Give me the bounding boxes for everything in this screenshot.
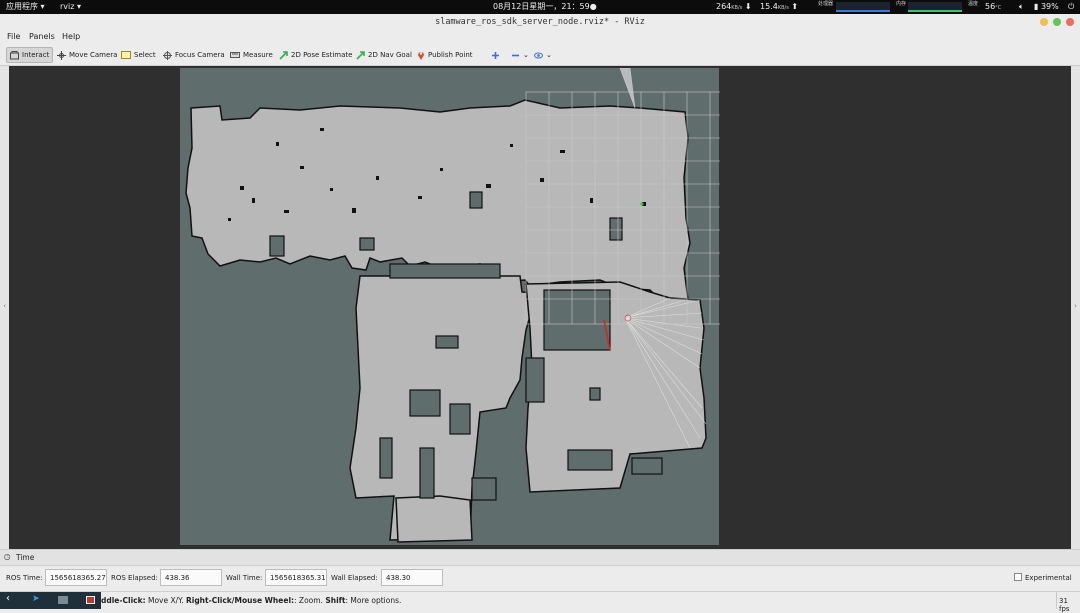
time-panel-title: Time: [16, 553, 35, 562]
applications-menu[interactable]: 应用程序 ▾: [6, 0, 45, 14]
wall-time-field[interactable]: 1565618365.31: [265, 569, 327, 586]
select-icon: [121, 51, 131, 59]
clock-icon: 🕓︎: [4, 553, 11, 562]
cpu-graph: [836, 2, 890, 12]
ros-time-label: ROS Time:: [6, 574, 43, 582]
experimental-label: Experimental: [1025, 574, 1072, 582]
interact-tool-button[interactable]: Interact: [6, 47, 54, 63]
memory-graph: [908, 2, 962, 12]
active-app-menu[interactable]: rviz ▾: [60, 0, 81, 14]
menu-bar: File Panels Help: [0, 30, 1080, 44]
maximize-button[interactable]: [1053, 18, 1061, 26]
plus-icon: [492, 51, 499, 59]
wall-time-label: Wall Time:: [226, 574, 263, 582]
remove-tool-dropdown[interactable]: ⌄: [508, 47, 532, 63]
window-title: slamware_ros_sdk_server_node.rviz* - RVi…: [435, 17, 645, 27]
temperature: 56°C: [985, 2, 1002, 11]
chevron-right-icon: ›: [1074, 302, 1077, 310]
wall-elapsed-label: Wall Elapsed:: [331, 574, 378, 582]
publish-point-tool-button[interactable]: Publish Point: [414, 47, 476, 63]
focus-camera-icon: [163, 50, 172, 60]
ruler-icon: [230, 52, 240, 58]
time-panel-header: 🕓︎ Time: [0, 550, 1080, 566]
green-arrow-icon: [279, 50, 288, 60]
ros-time-field[interactable]: 1565618365.27: [45, 569, 107, 586]
measure-tool-button[interactable]: Measure: [227, 47, 276, 63]
cpu-caption: 处理器: [818, 1, 834, 7]
memory-caption: 内存: [896, 1, 907, 7]
close-button[interactable]: [1066, 18, 1074, 26]
menu-panels[interactable]: Panels: [29, 32, 55, 41]
map-pin-icon: [418, 52, 424, 60]
select-tool-button[interactable]: Select: [118, 47, 159, 63]
occupancy-grid-map[interactable]: [180, 68, 720, 545]
desktop-top-bar: 应用程序 ▾ rviz ▾ 08月12日星期一，21：59● 264KB/s ⬇…: [0, 0, 1080, 14]
status-bar: ‹ ➤ ddle-Click: Move X/Y. Right-Click/Mo…: [0, 591, 1080, 613]
clock[interactable]: 08月12日星期一，21：59●: [493, 0, 597, 14]
add-tool-button[interactable]: [488, 47, 503, 63]
right-dock-handle[interactable]: ›: [1071, 66, 1080, 549]
net-down-rate: 264KB/s ⬇: [716, 2, 752, 11]
app-icon[interactable]: [86, 596, 95, 604]
ros-elapsed-label: ROS Elapsed:: [111, 574, 158, 582]
focus-camera-tool-button[interactable]: Focus Camera: [160, 47, 228, 63]
move-camera-tool-button[interactable]: Move Camera: [54, 47, 120, 63]
green-arrow-icon: [356, 50, 365, 60]
pose-estimate-tool-button[interactable]: 2D Pose Estimate: [276, 47, 355, 63]
desktop-taskbar: ‹ ➤: [0, 592, 101, 609]
minimize-button[interactable]: [1040, 18, 1048, 26]
render-viewport[interactable]: ‹ ›: [0, 66, 1080, 549]
tool-bar: Interact Move Camera Select Focus Camera…: [0, 45, 1080, 66]
files-icon[interactable]: [58, 596, 68, 604]
volume-icon[interactable]: 🔈︎: [1019, 0, 1024, 14]
net-up-rate: 15.4KB/s ⬆: [760, 2, 799, 11]
chevron-left-icon: ‹: [3, 302, 6, 310]
move-camera-icon: [57, 50, 66, 60]
mouse-hint: ddle-Click: Move X/Y. Right-Click/Mouse …: [101, 596, 402, 605]
wall-elapsed-field[interactable]: 438.30: [381, 569, 443, 586]
power-icon[interactable]: ⏻: [1068, 0, 1074, 14]
send-icon[interactable]: ➤: [32, 594, 40, 604]
back-icon[interactable]: ‹: [6, 593, 10, 604]
time-panel: 🕓︎ Time ROS Time: 1565618365.27 ROS Elap…: [0, 549, 1080, 591]
interact-icon: [10, 50, 19, 59]
fps-counter: 31 fps: [1056, 592, 1080, 613]
chevron-down-icon: ⌄: [546, 51, 552, 59]
tool-properties-dropdown[interactable]: ⌄: [531, 47, 555, 63]
window-title-bar[interactable]: slamware_ros_sdk_server_node.rviz* - RVi…: [0, 14, 1080, 30]
nav-goal-tool-button[interactable]: 2D Nav Goal: [353, 47, 415, 63]
eye-icon: [534, 52, 543, 58]
ros-elapsed-field[interactable]: 438.36: [160, 569, 222, 586]
menu-file[interactable]: File: [7, 32, 20, 41]
chevron-down-icon: ⌄: [523, 51, 529, 59]
experimental-checkbox[interactable]: [1014, 573, 1022, 581]
menu-help[interactable]: Help: [62, 32, 80, 41]
minus-icon: [512, 54, 519, 56]
left-dock-handle[interactable]: ‹: [0, 66, 9, 549]
temperature-caption: 温度: [968, 1, 979, 7]
battery-indicator[interactable]: ▮ 39%: [1034, 0, 1059, 14]
